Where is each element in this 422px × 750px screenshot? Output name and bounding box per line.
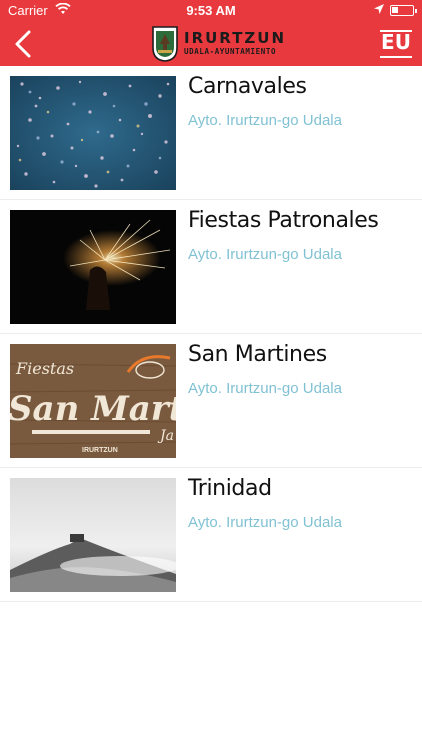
status-time: 9:53 AM [186,3,236,18]
trinidad-image [10,478,176,592]
status-bar: Carrier 9:53 AM [0,0,422,22]
fiestas-patronales-image [10,210,176,324]
event-title: Fiestas Patronales [188,208,379,233]
chevron-left-icon [15,30,31,58]
list-item[interactable]: Fiestas Patronales Ayto. Irurtzun-go Uda… [0,200,422,334]
list-item[interactable]: Carnavales Ayto. Irurtzun-go Udala [0,66,422,200]
nav-bar: IRURTZUN UDALA-AYUNTAMIENTO EU [0,22,422,66]
image-text: San Martin [10,389,176,429]
image-text: IRURTZUN [82,447,118,454]
event-title: San Martines [188,342,327,367]
list-item[interactable]: Fiestas San Martin Ja IRURTZUN San Marti… [0,334,422,468]
location-arrow-icon [374,3,384,18]
logo-subtitle: UDALA-AYUNTAMIENTO [184,47,277,56]
event-subtitle: Ayto. Irurtzun-go Udala [188,246,342,263]
list-item[interactable]: Trinidad Ayto. Irurtzun-go Udala [0,468,422,602]
language-button[interactable]: EU [380,30,412,60]
event-subtitle: Ayto. Irurtzun-go Udala [188,380,342,397]
carnavales-image [10,76,176,190]
image-text: Ja [157,428,174,444]
event-subtitle: Ayto. Irurtzun-go Udala [188,514,342,531]
event-subtitle: Ayto. Irurtzun-go Udala [188,112,342,129]
coat-of-arms-icon [152,26,178,62]
battery-icon [390,5,417,16]
event-title: Carnavales [188,74,307,99]
logo-name: IRURTZUN [184,29,287,47]
back-button[interactable] [10,28,40,60]
event-list: Carnavales Ayto. Irurtzun-go Udala Fiest… [0,66,422,602]
san-martines-image: Fiestas San Martin Ja IRURTZUN [10,344,176,458]
event-title: Trinidad [188,476,272,501]
image-text: Fiestas [15,359,74,378]
